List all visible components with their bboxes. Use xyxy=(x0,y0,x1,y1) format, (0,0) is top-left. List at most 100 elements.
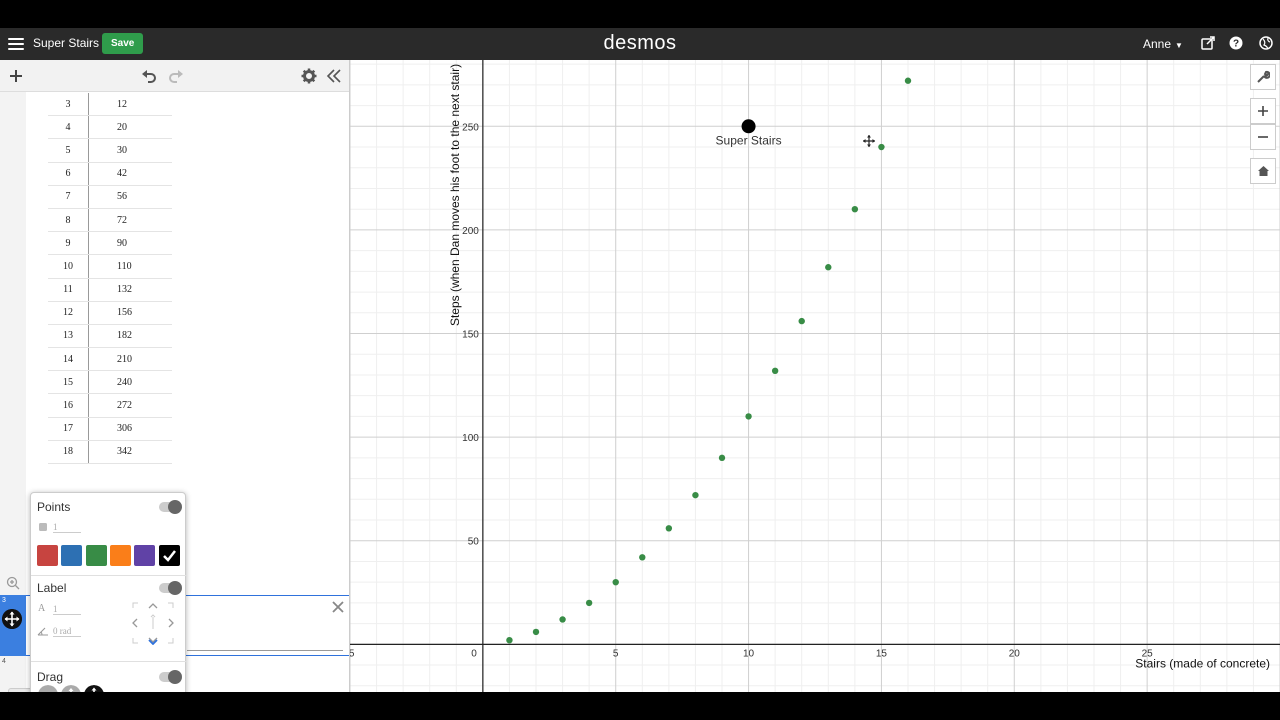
table-cell-y[interactable]: 12 xyxy=(89,93,172,115)
wrench-icon xyxy=(1257,70,1270,83)
hamburger-menu-icon[interactable] xyxy=(8,34,24,54)
zoom-fit-icon[interactable] xyxy=(6,576,20,590)
table-cell-x[interactable]: 4 xyxy=(48,116,89,139)
x-tick-label: 10 xyxy=(743,648,755,659)
graph-paper[interactable]: -50510152025 50100150200250 Stairs (made… xyxy=(350,60,1280,692)
table-row[interactable]: 16 272 xyxy=(48,394,172,418)
table-row[interactable]: 12 156 xyxy=(48,301,172,325)
globe-icon[interactable] xyxy=(1259,36,1273,50)
y-tick-label: 200 xyxy=(462,226,479,237)
delete-expression-icon[interactable] xyxy=(331,600,345,614)
table-row[interactable]: 4 20 xyxy=(48,116,172,140)
label-angle-input[interactable]: 0 rad xyxy=(53,626,81,637)
redo-icon[interactable] xyxy=(168,68,184,84)
plus-icon xyxy=(1258,106,1268,116)
table-row[interactable]: 10 110 xyxy=(48,255,172,279)
table-cell-x[interactable]: 7 xyxy=(48,185,89,208)
table-cell-y[interactable]: 110 xyxy=(89,255,172,277)
collapse-panel-icon[interactable] xyxy=(326,68,342,84)
table-cell-x[interactable]: 6 xyxy=(48,162,89,185)
color-swatch[interactable] xyxy=(37,545,58,566)
table-cell-x[interactable]: 8 xyxy=(48,208,89,232)
minor-gridlines xyxy=(350,60,1280,692)
color-swatch[interactable] xyxy=(158,545,180,566)
expression-input-line[interactable] xyxy=(187,650,343,651)
data-table[interactable]: 3 12 4 20 5 30 6 42 7 56 8 72 9 90 10 110 11 132 12 156 13 18… xyxy=(48,93,172,464)
point-size-input[interactable]: 1 xyxy=(53,522,81,533)
drag-toggle[interactable] xyxy=(159,670,182,684)
color-swatch[interactable] xyxy=(61,545,83,566)
table-row[interactable]: 6 42 xyxy=(48,162,172,186)
move-point-icon[interactable] xyxy=(2,609,22,629)
table-cell-x[interactable]: 16 xyxy=(48,394,89,417)
drag-both-icon[interactable] xyxy=(84,685,104,692)
table-cell-y[interactable]: 306 xyxy=(89,418,172,440)
table-cell-y[interactable]: 210 xyxy=(89,348,172,370)
table-row[interactable]: 13 182 xyxy=(48,324,172,349)
x-tick-label: 15 xyxy=(876,648,888,659)
table-cell-x[interactable]: 3 xyxy=(48,93,89,116)
drag-horizontal-icon[interactable] xyxy=(38,685,58,692)
table-cell-y[interactable]: 272 xyxy=(89,394,172,416)
table-cell-y[interactable]: 182 xyxy=(89,325,172,347)
table-row[interactable]: 7 56 xyxy=(48,185,172,209)
label-toggle[interactable] xyxy=(159,581,182,595)
table-cell-y[interactable]: 90 xyxy=(89,232,172,254)
zoom-in-button[interactable] xyxy=(1250,98,1276,124)
table-cell-y[interactable]: 342 xyxy=(89,441,172,463)
expression-row-number: 3 xyxy=(2,597,6,604)
table-cell-x[interactable]: 14 xyxy=(48,348,89,371)
checkmark-icon xyxy=(162,550,176,562)
table-cell-y[interactable]: 240 xyxy=(89,371,172,393)
settings-gear-icon[interactable] xyxy=(301,68,317,84)
help-icon[interactable]: ? xyxy=(1229,36,1243,50)
color-swatch[interactable] xyxy=(109,545,131,566)
table-cell-x[interactable]: 15 xyxy=(48,371,89,394)
label-orientation-picker[interactable] xyxy=(131,601,175,645)
table-row[interactable]: 8 72 xyxy=(48,208,172,233)
table-cell-y[interactable]: 20 xyxy=(89,116,172,138)
table-cell-x[interactable]: 10 xyxy=(48,255,89,278)
table-cell-y[interactable]: 132 xyxy=(89,279,172,301)
data-point xyxy=(771,367,779,375)
table-cell-x[interactable]: 13 xyxy=(48,324,89,348)
table-cell-x[interactable]: 17 xyxy=(48,417,89,440)
table-cell-x[interactable]: 18 xyxy=(48,440,89,463)
table-row[interactable]: 9 90 xyxy=(48,232,172,256)
table-cell-x[interactable]: 12 xyxy=(48,301,89,324)
table-cell-y[interactable]: 30 xyxy=(89,139,172,161)
table-row[interactable]: 5 30 xyxy=(48,139,172,163)
graph-title[interactable]: Super Stairs xyxy=(33,36,99,50)
table-cell-y[interactable]: 56 xyxy=(89,186,172,208)
table-row[interactable]: 17 306 xyxy=(48,417,172,441)
drag-vertical-icon[interactable] xyxy=(61,685,81,692)
color-swatch[interactable] xyxy=(134,545,156,566)
color-swatch[interactable] xyxy=(85,545,107,566)
save-button[interactable]: Save xyxy=(102,33,144,54)
zoom-out-button[interactable] xyxy=(1250,124,1276,150)
table-cell-y[interactable]: 156 xyxy=(89,302,172,324)
table-cell-x[interactable]: 9 xyxy=(48,232,89,255)
table-row[interactable]: 18 342 xyxy=(48,440,172,464)
table-row[interactable]: 15 240 xyxy=(48,371,172,395)
share-icon[interactable] xyxy=(1201,36,1215,50)
table-row[interactable]: 3 12 xyxy=(48,93,172,117)
points-toggle[interactable] xyxy=(159,500,182,514)
labeled-point[interactable]: Super Stairs xyxy=(716,119,782,147)
table-cell-x[interactable]: 5 xyxy=(48,139,89,162)
table-cell-y[interactable]: 42 xyxy=(89,163,172,185)
table-row[interactable]: 14 210 xyxy=(48,348,172,372)
labeled-point-marker xyxy=(741,119,756,134)
label-size-input[interactable]: 1 xyxy=(53,604,81,615)
undo-icon[interactable] xyxy=(141,68,157,84)
default-viewport-button[interactable] xyxy=(1250,158,1276,184)
add-item-icon[interactable] xyxy=(8,68,24,84)
user-menu[interactable]: Anne ▼ xyxy=(1143,37,1183,51)
table-row[interactable]: 11 132 xyxy=(48,278,172,302)
table-cell-y[interactable]: 72 xyxy=(89,209,172,231)
table-cell-x[interactable]: 11 xyxy=(48,278,89,301)
data-point xyxy=(745,413,752,420)
home-icon xyxy=(1257,166,1269,176)
graph-settings-button[interactable] xyxy=(1250,64,1276,90)
point-size-icon xyxy=(39,523,47,531)
